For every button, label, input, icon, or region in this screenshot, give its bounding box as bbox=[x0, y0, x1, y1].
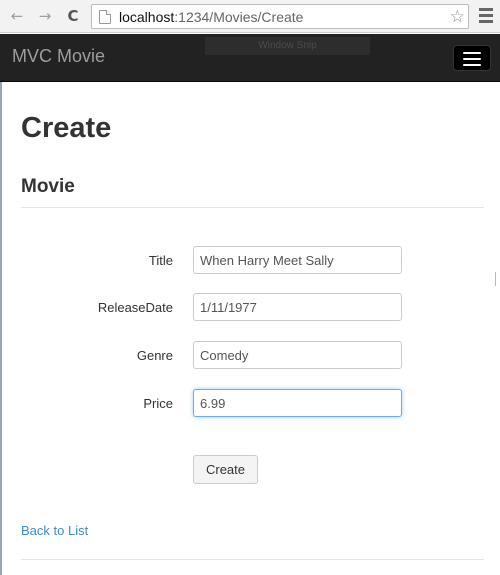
url-text[interactable]: localhost:1234/Movies/Create bbox=[119, 9, 303, 25]
price-input[interactable] bbox=[193, 389, 402, 417]
bookmark-star-icon[interactable]: ☆ bbox=[450, 7, 465, 27]
title-label: Title bbox=[148, 253, 173, 268]
form-subtitle: Movie bbox=[21, 176, 75, 197]
url-host: localhost bbox=[119, 8, 175, 25]
browser-toolbar: ← → C localhost:1234/Movies/Create ☆ bbox=[0, 0, 500, 33]
genre-input[interactable] bbox=[193, 341, 402, 369]
divider bbox=[21, 207, 484, 208]
reload-icon[interactable]: C bbox=[64, 7, 82, 25]
forward-arrow-icon[interactable]: → bbox=[36, 7, 54, 25]
brand-link[interactable]: MVC Movie bbox=[12, 46, 105, 67]
price-label: Price bbox=[143, 396, 173, 411]
url-path: :1234/Movies/Create bbox=[174, 8, 304, 25]
window-snip-overlay: Window Snip bbox=[205, 37, 370, 55]
back-arrow-icon[interactable]: ← bbox=[8, 7, 26, 25]
create-button[interactable]: Create bbox=[193, 455, 258, 484]
address-bar[interactable]: localhost:1234/Movies/Create ☆ bbox=[91, 4, 469, 29]
release-date-label: ReleaseDate bbox=[97, 300, 173, 315]
navbar-toggle-button[interactable] bbox=[453, 45, 491, 71]
genre-label: Genre bbox=[136, 348, 173, 363]
left-border bbox=[0, 82, 2, 575]
page-icon bbox=[99, 9, 111, 24]
page-title: Create bbox=[21, 112, 112, 144]
release-date-input[interactable] bbox=[193, 293, 402, 321]
app-navbar: MVC Movie Window Snip bbox=[0, 34, 500, 82]
title-input[interactable] bbox=[193, 246, 402, 274]
back-to-list-link[interactable]: Back to List bbox=[21, 523, 88, 538]
browser-menu-icon[interactable] bbox=[479, 8, 493, 24]
hamburger-icon bbox=[463, 52, 481, 54]
footer-divider bbox=[21, 559, 484, 560]
scroll-edge-marker bbox=[495, 272, 498, 286]
